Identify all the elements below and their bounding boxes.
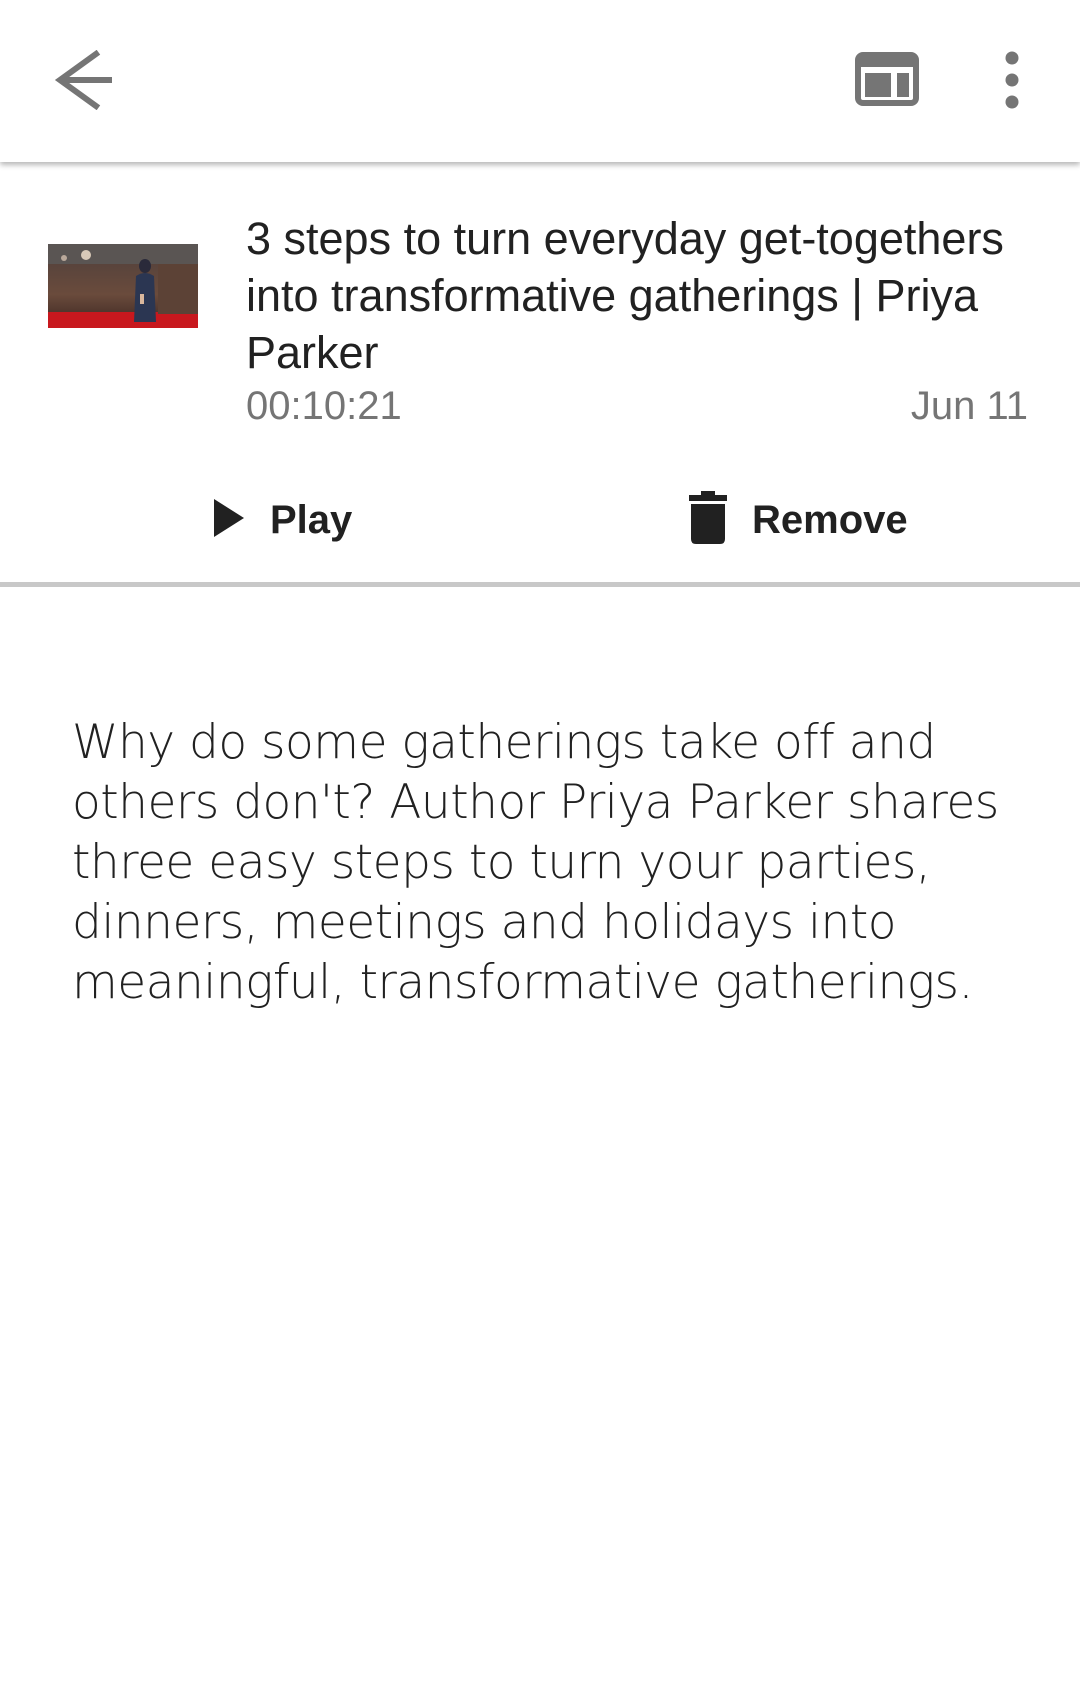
remove-label: Remove	[752, 497, 908, 542]
play-label: Play	[270, 497, 353, 542]
episode-header: 3 steps to turn everyday get-togethers i…	[0, 162, 1080, 586]
episode-duration: 00:10:21	[246, 384, 402, 428]
talk-thumbnail[interactable]	[48, 244, 198, 328]
play-button[interactable]: Play	[212, 480, 352, 560]
arrow-back-icon[interactable]	[50, 49, 120, 111]
more-vertical-icon[interactable]	[995, 50, 1029, 110]
web-layout-icon[interactable]	[855, 52, 919, 106]
play-icon	[212, 497, 246, 544]
episode-description: Why do some gatherings take off and othe…	[72, 715, 999, 1010]
top-app-bar	[0, 0, 1080, 162]
remove-button[interactable]: Remove	[688, 480, 908, 560]
trash-icon	[688, 490, 728, 550]
podcast-episode-screen: 3 steps to turn everyday get-togethers i…	[0, 0, 1080, 1699]
episode-date: Jun 11	[910, 384, 1028, 428]
episode-title: 3 steps to turn everyday get-togethers i…	[246, 213, 1004, 378]
section-divider	[0, 582, 1080, 587]
